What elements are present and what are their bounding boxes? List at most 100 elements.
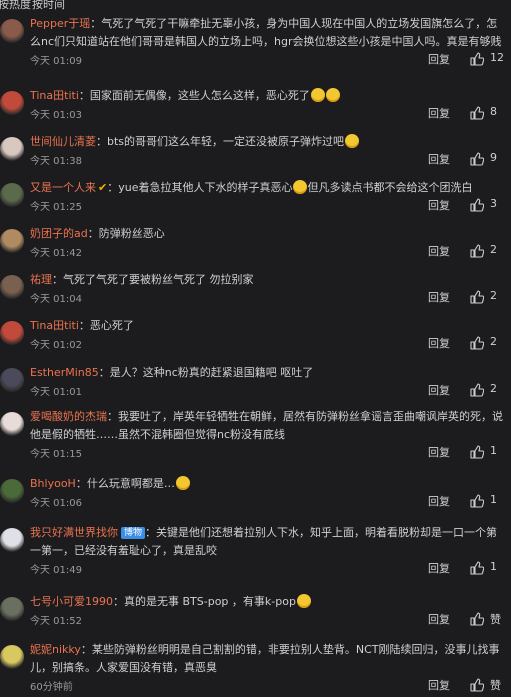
emoji-icon <box>296 594 311 608</box>
comment-meta: 今天 01:06 回复 1 <box>30 493 505 511</box>
thumbs-up-icon <box>470 244 485 258</box>
like-count: 2 <box>490 243 497 256</box>
avatar[interactable] <box>0 368 24 392</box>
reply-button[interactable]: 回复 <box>428 611 450 627</box>
username-link[interactable]: 七号小可爱1990 <box>30 595 113 608</box>
comment-meta: 今天 01:52 回复 赞 <box>30 611 505 629</box>
comment-meta: 60分钟前 回复 赞 <box>30 677 505 695</box>
emoji-icon <box>310 88 325 102</box>
username-link[interactable]: Tina田titi <box>30 319 79 332</box>
comment-text: 又是一个人来 ✔：yue着急拉其他人下水的样子真恶心 但凡多读点书都不会给这个团洗白 <box>30 179 505 197</box>
reply-button[interactable]: 回复 <box>428 151 450 167</box>
avatar[interactable] <box>0 229 24 253</box>
avatar[interactable] <box>0 137 24 161</box>
comment-meta: 今天 01:09 回复 12 <box>30 51 505 69</box>
emoji-icon <box>293 180 308 194</box>
comment-time: 今天 01:49 <box>30 565 82 576</box>
comment-content: 但凡多读点书都不会给这个团洗白 <box>307 181 473 194</box>
comment-time: 今天 01:38 <box>30 156 82 167</box>
username-link[interactable]: Pepper于瑶 <box>30 17 90 30</box>
avatar[interactable] <box>0 645 24 669</box>
username-link[interactable]: EstherMin85 <box>30 366 99 379</box>
thumbs-up-icon <box>470 106 485 120</box>
comment-time: 今天 01:06 <box>30 498 82 509</box>
reply-button[interactable]: 回复 <box>428 105 450 121</box>
comment-content: ：恶心死了 <box>78 319 134 332</box>
reply-button[interactable]: 回复 <box>428 677 450 693</box>
thumbs-up-icon <box>470 336 485 350</box>
avatar[interactable] <box>0 597 24 621</box>
avatar[interactable] <box>0 19 24 43</box>
like-count: 12 <box>490 51 504 64</box>
user-badge: 博物 <box>121 527 146 539</box>
reply-button[interactable]: 回复 <box>428 444 450 460</box>
like-count: 2 <box>490 382 497 395</box>
comment-content: ：bts的哥哥们这么年轻，一定还没被原子弹炸过吧 <box>96 135 345 148</box>
sort-tabs: 按热度 按时间 <box>0 0 511 13</box>
username-link[interactable]: 又是一个人来 <box>30 181 96 194</box>
avatar[interactable] <box>0 479 24 503</box>
username-link[interactable]: Tina田titi <box>30 89 79 102</box>
reply-button[interactable]: 回复 <box>428 197 450 213</box>
username-link[interactable]: 祐理 <box>30 273 52 286</box>
comment-text: 我只好满世界找你 博物 ：关键是他们还想着拉别人下水，知乎上面，明着看脱粉却是一口一… <box>30 524 505 560</box>
comment-time: 今天 01:42 <box>30 248 82 259</box>
comment-content: ：国家面前无偶像，这些人怎么这样，恶心死了 <box>78 89 310 102</box>
like-count: 2 <box>490 335 497 348</box>
thumbs-up-icon <box>470 290 485 304</box>
reply-button[interactable]: 回复 <box>428 289 450 305</box>
avatar[interactable] <box>0 412 24 436</box>
thumbs-up-icon <box>470 494 485 508</box>
comment-content: ：防弹粉丝恶心 <box>87 227 165 240</box>
avatar[interactable] <box>0 321 24 345</box>
comment-text: 世间仙儿清菱：bts的哥哥们这么年轻，一定还没被原子弹炸过吧 <box>30 133 505 151</box>
comment-content: ：某些防弹粉丝明明是自己割割的错，非要拉别人垫背。NCT刚陆续回归，没事儿找事儿… <box>30 643 500 674</box>
username-link[interactable]: 世间仙儿清菱 <box>30 135 96 148</box>
thumbs-up-icon <box>470 198 485 212</box>
comment-meta: 今天 01:03 回复 8 <box>30 105 505 123</box>
avatar[interactable] <box>0 183 24 207</box>
comment-time: 今天 01:03 <box>30 110 82 121</box>
like-count: 2 <box>490 289 497 302</box>
comment-text: EstherMin85：是人？这种nc粉真的赶紧退国籍吧 呕吐了 <box>30 364 505 382</box>
username-link[interactable]: 我只好满世界找你 <box>30 526 118 539</box>
thumbs-up-icon <box>470 152 485 166</box>
reply-button[interactable]: 回复 <box>428 493 450 509</box>
emoji-icon <box>175 476 190 490</box>
comment-content: ：是人？这种nc粉真的赶紧退国籍吧 呕吐了 <box>98 366 314 379</box>
reply-button[interactable]: 回复 <box>428 51 450 67</box>
comment-text: BhlyooH：什么玩意啊都是… <box>30 475 505 493</box>
tab-hot[interactable]: 按热度 <box>0 0 31 12</box>
emoji-icon <box>345 134 360 148</box>
thumbs-up-icon <box>470 612 485 626</box>
like-count: 1 <box>490 493 497 506</box>
like-count: 赞 <box>490 613 501 626</box>
reply-button[interactable]: 回复 <box>428 382 450 398</box>
comment-time: 今天 01:52 <box>30 616 82 627</box>
avatar[interactable] <box>0 91 24 115</box>
comment-text: 奶团子的ad：防弹粉丝恶心 <box>30 225 505 243</box>
comment-text: Tina田titi：国家面前无偶像，这些人怎么这样，恶心死了 <box>30 87 505 105</box>
comment-time: 60分钟前 <box>30 682 73 693</box>
thumbs-up-icon <box>470 52 485 66</box>
reply-button[interactable]: 回复 <box>428 560 450 576</box>
verified-icon: ✔ <box>98 181 108 194</box>
avatar[interactable] <box>0 528 24 552</box>
tab-time[interactable]: 按时间 <box>32 0 65 12</box>
comment-text: Pepper于瑶：气死了气死了干嘛牵扯无辜小孩，身为中国人现在中国人的立场发国旗… <box>30 15 505 51</box>
username-link[interactable]: BhlyooH <box>30 477 76 490</box>
like-count: 3 <box>490 197 497 210</box>
reply-button[interactable]: 回复 <box>428 243 450 259</box>
thumbs-up-icon <box>470 383 485 397</box>
username-link[interactable]: 妮妮nikky <box>30 643 81 656</box>
like-count: 8 <box>490 105 497 118</box>
comment-meta: 今天 01:15 回复 1 <box>30 444 505 462</box>
emoji-icon <box>325 88 340 102</box>
comment-content: ：气死了气死了要被粉丝气死了 勿拉别家 <box>52 273 254 286</box>
avatar[interactable] <box>0 275 24 299</box>
username-link[interactable]: 奶团子的ad <box>30 227 88 240</box>
like-count: 1 <box>490 560 497 573</box>
thumbs-up-icon <box>470 445 485 459</box>
reply-button[interactable]: 回复 <box>428 335 450 351</box>
username-link[interactable]: 爱喝酸奶的杰瑞 <box>30 410 107 423</box>
